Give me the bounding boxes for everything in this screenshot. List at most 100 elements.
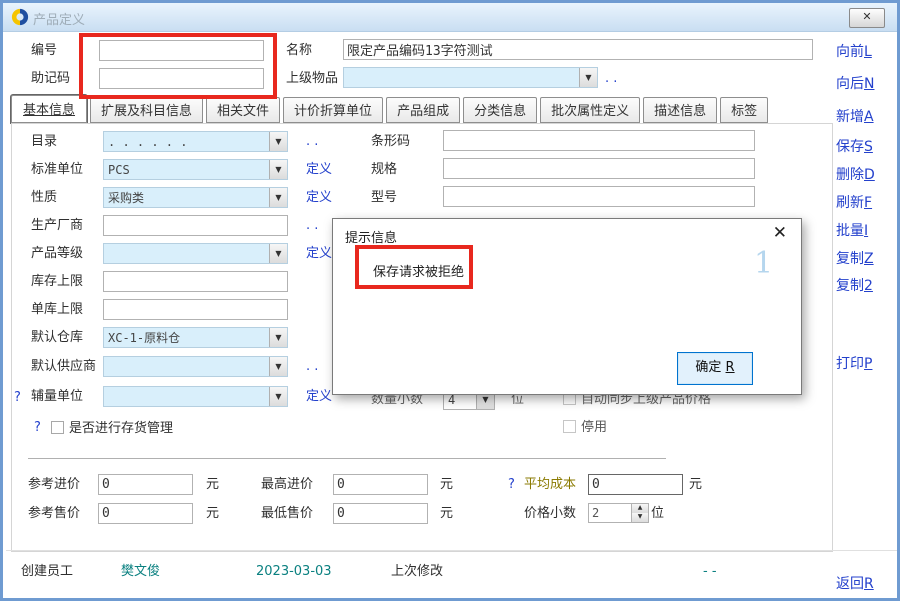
default-supplier-browse-link[interactable]: . .	[306, 356, 318, 377]
ref-buy-price-unit: 元	[206, 474, 219, 495]
barcode-input[interactable]	[443, 130, 755, 151]
aux-unit-define-link[interactable]: 定义	[306, 386, 332, 407]
catalog-value: . . . . . .	[104, 135, 269, 149]
dialog-close-icon[interactable]: ✕	[773, 225, 787, 242]
nature-combo[interactable]: 采购类 ▼	[103, 187, 288, 208]
tab-product-composition[interactable]: 产品组成	[386, 97, 460, 123]
product-grade-label: 产品等级	[31, 243, 83, 264]
catalog-browse-link[interactable]: . .	[306, 131, 318, 152]
chevron-down-icon[interactable]: ▼	[269, 188, 287, 207]
avg-cost-unit: 元	[689, 474, 702, 495]
tab-classification-info[interactable]: 分类信息	[463, 97, 537, 123]
nav-copy2-link[interactable]: 复制2	[836, 275, 873, 295]
max-buy-price-input[interactable]	[333, 474, 428, 495]
default-warehouse-combo[interactable]: XC-1-原料仓 ▼	[103, 327, 288, 348]
inventory-check-help-mark[interactable]: ?	[34, 420, 41, 435]
avg-cost-help-mark[interactable]: ?	[508, 477, 515, 492]
tab-batch-attribute-definition[interactable]: 批次属性定义	[540, 97, 640, 123]
chevron-down-icon[interactable]: ▼	[579, 68, 597, 87]
stock-upper-limit-input[interactable]	[103, 271, 288, 292]
parent-item-browse-link[interactable]: . .	[605, 68, 617, 89]
nav-batch-link[interactable]: 批量I	[836, 220, 868, 240]
dialog-message: 保存请求被拒绝	[373, 261, 464, 280]
nav-add-link[interactable]: 新增A	[836, 106, 874, 126]
default-warehouse-label: 默认仓库	[31, 327, 83, 348]
tab-extended-subject-info[interactable]: 扩展及科目信息	[90, 97, 203, 123]
tab-pricing-conversion-unit[interactable]: 计价折算单位	[283, 97, 383, 123]
ref-sell-price-input[interactable]	[98, 503, 193, 524]
tab-description-info[interactable]: 描述信息	[643, 97, 717, 123]
standard-unit-value: PCS	[104, 163, 269, 177]
inventory-management-label: 是否进行存货管理	[69, 418, 173, 439]
window-title: 产品定义	[33, 9, 85, 28]
barcode-label: 条形码	[371, 131, 410, 152]
ref-sell-price-unit: 元	[206, 503, 219, 524]
chevron-down-icon[interactable]: ▼	[269, 132, 287, 151]
standard-unit-define-link[interactable]: 定义	[306, 159, 332, 180]
spec-input[interactable]	[443, 158, 755, 179]
price-decimal-label: 价格小数	[524, 503, 576, 524]
parent-item-label: 上级物品	[286, 68, 338, 89]
nav-return-link[interactable]: 返回R	[836, 573, 874, 593]
product-grade-combo[interactable]: ▼	[103, 243, 288, 264]
model-label: 型号	[371, 187, 397, 208]
ref-buy-price-input[interactable]	[98, 474, 193, 495]
default-supplier-combo[interactable]: ▼	[103, 356, 288, 377]
aux-unit-combo[interactable]: ▼	[103, 386, 288, 407]
parent-item-combo[interactable]: ▼	[343, 67, 598, 88]
nature-value: 采购类	[104, 189, 269, 206]
model-input[interactable]	[443, 186, 755, 207]
manufacturer-input[interactable]	[103, 215, 288, 236]
manufacturer-browse-link[interactable]: . .	[306, 215, 318, 236]
mnemonic-label: 助记码	[31, 68, 70, 89]
nav-save-link[interactable]: 保存S	[836, 136, 873, 156]
code-label: 编号	[31, 40, 57, 61]
chevron-down-icon[interactable]: ▼	[269, 328, 287, 347]
standard-unit-combo[interactable]: PCS ▼	[103, 159, 288, 180]
nav-print-link[interactable]: 打印P	[836, 353, 872, 373]
chevron-down-icon[interactable]: ▼	[269, 244, 287, 263]
chevron-down-icon[interactable]: ▼	[269, 357, 287, 376]
nav-refresh-link[interactable]: 刷新F	[836, 192, 872, 212]
tab-label[interactable]: 标签	[720, 97, 768, 123]
max-buy-price-unit: 元	[440, 474, 453, 495]
min-sell-price-unit: 元	[440, 503, 453, 524]
ref-buy-price-label: 参考进价	[28, 474, 80, 495]
prompt-dialog: 提示信息 ✕ 保存请求被拒绝 确定 R	[332, 218, 802, 395]
ok-button[interactable]: 确定 R	[677, 352, 753, 385]
spinner-down-icon[interactable]: ▼	[632, 513, 648, 522]
price-decimal-spinner[interactable]: 2 ▲ ▼	[588, 503, 649, 523]
product-definition-window: 产品定义 ✕ 编号 助记码 名称 上级物品 ▼ . . 向前L 向后N 新增A …	[0, 0, 900, 601]
mnemonic-input[interactable]	[99, 68, 264, 89]
chevron-down-icon[interactable]: ▼	[269, 160, 287, 179]
single-stock-limit-label: 单库上限	[31, 299, 83, 320]
chevron-down-icon[interactable]: ▼	[269, 387, 287, 406]
catalog-combo[interactable]: . . . . . . ▼	[103, 131, 288, 152]
price-section-divider	[28, 458, 666, 459]
window-close-button[interactable]: ✕	[849, 8, 885, 28]
min-sell-price-input[interactable]	[333, 503, 428, 524]
avg-cost-input[interactable]	[588, 474, 683, 495]
nav-delete-link[interactable]: 删除D	[836, 164, 875, 184]
code-input[interactable]	[99, 40, 264, 61]
nav-copy-link[interactable]: 复制Z	[836, 248, 874, 268]
nature-define-link[interactable]: 定义	[306, 187, 332, 208]
default-warehouse-value: XC-1-原料仓	[104, 329, 269, 346]
product-grade-define-link[interactable]: 定义	[306, 243, 332, 264]
nav-forward-link[interactable]: 向前L	[836, 41, 872, 61]
inventory-management-checkbox[interactable]	[51, 421, 64, 434]
default-supplier-label: 默认供应商	[31, 356, 96, 377]
tab-related-files[interactable]: 相关文件	[206, 97, 280, 123]
title-bar: 产品定义 ✕	[3, 3, 897, 32]
nav-backward-link[interactable]: 向后N	[836, 73, 874, 93]
created-by-value: 樊文俊	[121, 561, 160, 582]
disable-checkbox[interactable]	[563, 420, 576, 433]
single-stock-limit-input[interactable]	[103, 299, 288, 320]
tab-basic-info[interactable]: 基本信息	[11, 95, 87, 123]
manufacturer-label: 生产厂商	[31, 215, 83, 236]
name-label: 名称	[286, 40, 312, 61]
aux-unit-help-mark[interactable]: ?	[14, 390, 21, 405]
name-input[interactable]	[343, 39, 813, 60]
spinner-up-icon[interactable]: ▲	[632, 504, 648, 513]
min-sell-price-label: 最低售价	[261, 503, 313, 524]
